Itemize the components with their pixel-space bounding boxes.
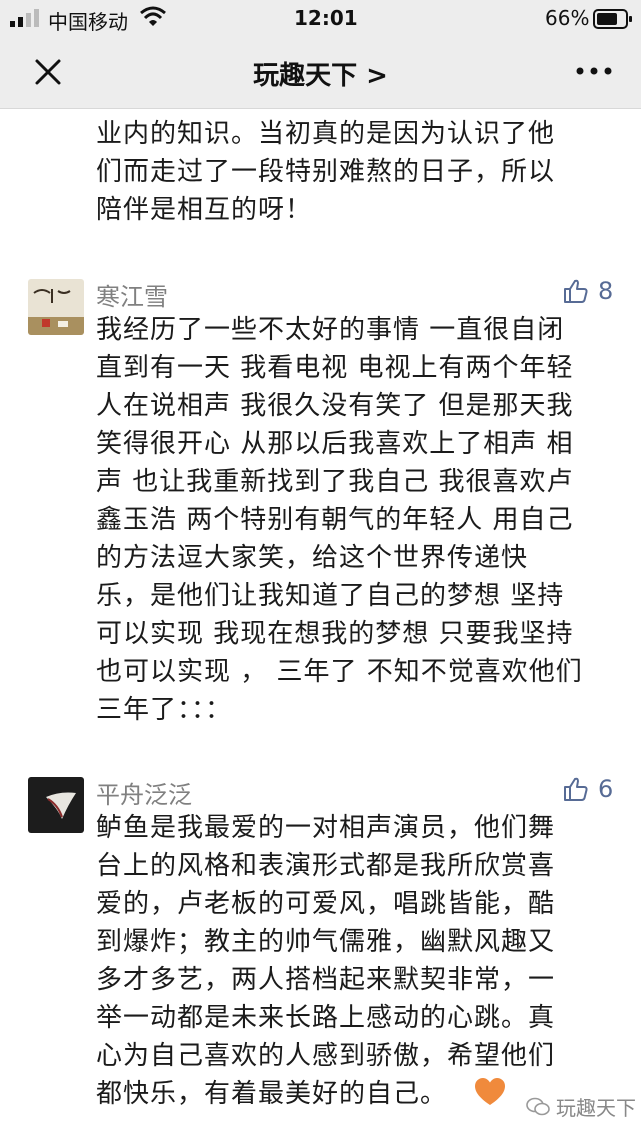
comment-text: 鲈鱼是我最爱的一对相声演员，他们舞 台上的风格和表演形式都是我所欣赏喜 爱的，卢… bbox=[96, 813, 556, 1109]
watermark-text: 玩趣天下 bbox=[556, 1096, 636, 1120]
comment-text: 我经历了一些不太好的事情 一直很自闭 直到有一天 我看电视 电视上有两个年轻 人… bbox=[96, 315, 583, 725]
comment-author[interactable]: 寒江雪 bbox=[96, 277, 168, 312]
watermark: 玩趣天下 bbox=[526, 1092, 636, 1121]
like-count: 6 bbox=[598, 775, 614, 803]
more-icon[interactable] bbox=[574, 61, 614, 81]
like-button[interactable]: 6 bbox=[562, 775, 613, 803]
battery-percent: 66% bbox=[545, 6, 590, 30]
clock: 12:01 bbox=[294, 6, 358, 30]
page-title[interactable]: 玩趣天下 > bbox=[0, 55, 641, 92]
thumbs-up-icon bbox=[564, 777, 588, 801]
status-bar: 中国移动 12:01 66% bbox=[0, 0, 641, 36]
avatar[interactable] bbox=[28, 279, 84, 335]
avatar[interactable] bbox=[28, 777, 84, 833]
nav-bar: 玩趣天下 > bbox=[0, 36, 641, 109]
comment-author[interactable]: 平舟泛泛 bbox=[96, 775, 192, 810]
previous-comment-text: 业内的知识。当初真的是因为认识了他 们而走过了一段特别难熬的日子，所以 陪伴是相… bbox=[96, 119, 556, 225]
comment-list: 业内的知识。当初真的是因为认识了他 们而走过了一段特别难熬的日子，所以 陪伴是相… bbox=[0, 109, 641, 1140]
wechat-icon bbox=[526, 1097, 550, 1115]
orange-heart-icon bbox=[475, 1078, 505, 1105]
signal-icon bbox=[10, 9, 39, 27]
wifi-icon bbox=[140, 6, 166, 26]
battery-icon bbox=[593, 9, 632, 29]
like-count: 8 bbox=[598, 277, 614, 305]
carrier-name: 中国移动 bbox=[48, 10, 128, 34]
thumbs-up-icon bbox=[564, 279, 588, 303]
like-button[interactable]: 8 bbox=[562, 277, 613, 305]
